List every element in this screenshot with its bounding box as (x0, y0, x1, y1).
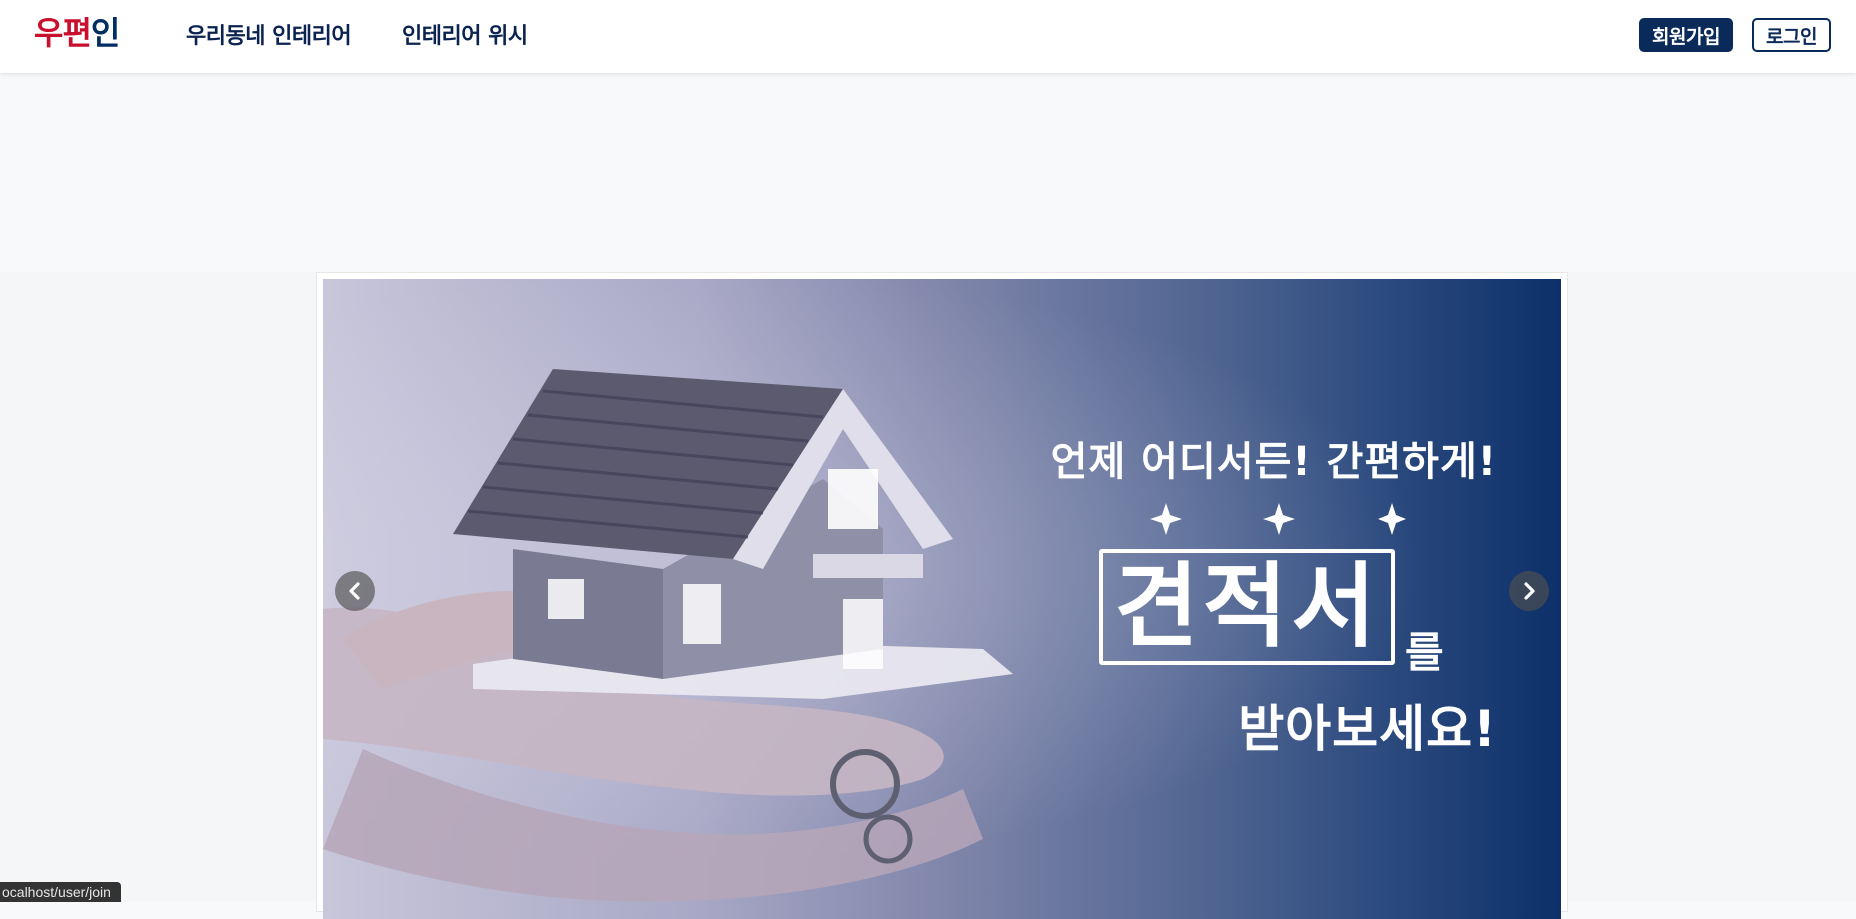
top-navigation-bar: 우편인 우리동네 인테리어 인테리어 위시 회원가입 로그인 (0, 0, 1856, 73)
hero-highlight-box: 견적서 (1099, 549, 1395, 665)
signup-button[interactable]: 회원가입 (1639, 18, 1733, 52)
chevron-right-icon (1524, 582, 1535, 600)
logo-text-part2: 인 (90, 14, 120, 52)
nav-neighborhood-interior[interactable]: 우리동네 인테리어 (186, 18, 352, 50)
chevron-left-icon (349, 582, 360, 600)
site-logo[interactable]: 우편인 (34, 8, 120, 54)
sparkle-icons (1150, 503, 1406, 535)
carousel-next-button[interactable] (1509, 571, 1549, 611)
browser-status-url: ocalhost/user/join (0, 882, 121, 902)
hero-tagline-line3: 받아보세요! (1238, 700, 1497, 758)
logo-text-part1: 우편 (34, 14, 92, 52)
hero-tagline-line1: 언제 어디서든! 간편하게! (1050, 439, 1497, 485)
hero-keyword-suffix: 를 (1405, 628, 1444, 677)
carousel-prev-button[interactable] (335, 571, 375, 611)
hero-keyword: 견적서 (1114, 553, 1380, 660)
login-button[interactable]: 로그인 (1752, 18, 1831, 52)
hero-carousel-slide[interactable]: 언제 어디서든! 간편하게! 견적서 를 받아보세요! (323, 279, 1561, 919)
nav-interior-wish[interactable]: 인테리어 위시 (402, 18, 528, 50)
